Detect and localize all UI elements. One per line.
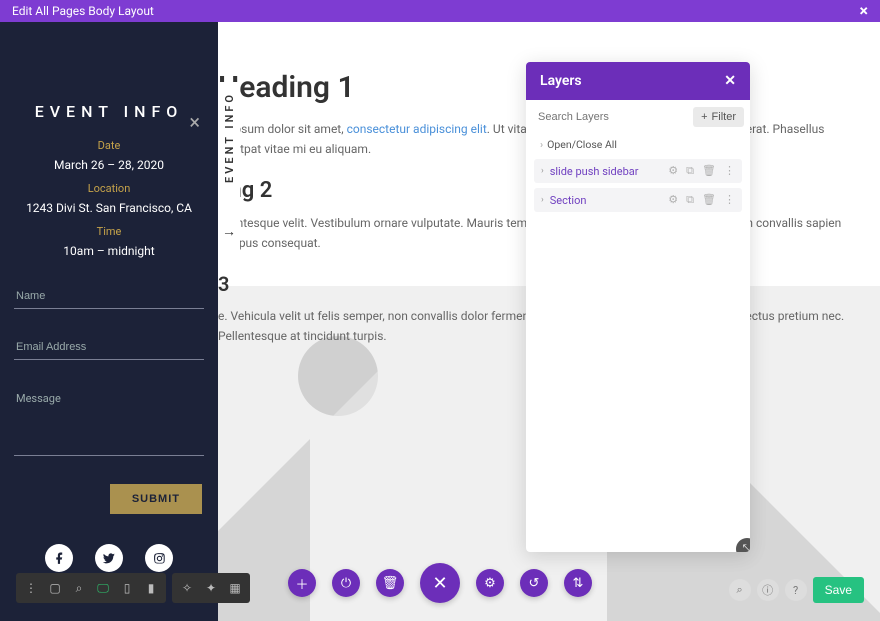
add-button[interactable]: ＋ (288, 569, 316, 597)
bottom-toolbar: ⋮ ▢ ⌕ 🖵 ▯ ▮ ✧ ✦ ▦ (16, 573, 250, 603)
duplicate-icon[interactable]: ⧉ (686, 164, 694, 178)
chevron-right-icon[interactable]: › (541, 166, 544, 176)
open-close-all[interactable]: › Open/Close All (526, 134, 750, 155)
layers-panel: Layers ✕ + Filter › Open/Close All › slide… (526, 62, 750, 552)
more-icon[interactable]: ⋮ (20, 577, 42, 599)
filter-button[interactable]: + Filter (693, 107, 744, 127)
event-sidebar: × EVENT INFO Date March 26 – 28, 2020 Lo… (0, 22, 218, 621)
open-close-label: Open/Close All (547, 138, 617, 151)
body-link[interactable]: consectetur adipiscing elit (347, 122, 487, 136)
right-actions: ⌕ ⓘ ? Save (729, 577, 864, 603)
tablet-icon[interactable]: ▯ (116, 577, 138, 599)
arrow-right-icon: → (222, 223, 236, 240)
facebook-icon[interactable] (45, 544, 73, 572)
settings-button[interactable]: ⚙ (476, 569, 504, 597)
more-icon[interactable]: ⋮ (724, 193, 735, 207)
layer-item[interactable]: › slide push sidebar ⚙ ⧉ 🗑 ⋮ (534, 159, 742, 183)
grid-icon[interactable]: ▦ (224, 577, 246, 599)
wireframe-icon[interactable]: ▢ (44, 577, 66, 599)
zoom-icon[interactable]: ⌕ (68, 577, 90, 599)
sidebar-title: EVENT INFO (14, 102, 204, 121)
save-button[interactable]: Save (813, 577, 864, 603)
center-actions: ＋ ⏻ 🗑 ✕ ⚙ ↺ ⇅ (288, 563, 592, 603)
time-label: Time (14, 225, 204, 238)
desktop-icon[interactable]: 🖵 (92, 577, 114, 599)
gear-icon[interactable]: ⚙ (668, 164, 678, 178)
help-icon[interactable]: ? (785, 579, 807, 601)
instagram-icon[interactable] (145, 544, 173, 572)
search-icon[interactable]: ⌕ (729, 579, 751, 601)
phone-icon[interactable]: ▮ (140, 577, 162, 599)
layer-name[interactable]: slide push sidebar (550, 165, 669, 178)
chevron-right-icon: › (540, 138, 543, 151)
layer-name[interactable]: Section (550, 194, 669, 207)
name-input[interactable] (14, 284, 204, 309)
submit-button[interactable]: SUBMIT (108, 482, 204, 516)
click-icon[interactable]: ✦ (200, 577, 222, 599)
page-title: Edit All Pages Body Layout (12, 0, 154, 22)
date-label: Date (14, 139, 204, 152)
sidebar-tab[interactable]: EVENT INFO → (218, 82, 240, 250)
info-icon[interactable]: ⓘ (757, 579, 779, 601)
close-actions-button[interactable]: ✕ (420, 563, 460, 603)
adjust-icon[interactable]: ⇅ (564, 569, 592, 597)
close-layers-icon[interactable]: ✕ (724, 73, 736, 89)
hover-icon[interactable]: ✧ (176, 577, 198, 599)
twitter-icon[interactable] (95, 544, 123, 572)
history-button[interactable]: ↺ (520, 569, 548, 597)
email-input[interactable] (14, 335, 204, 360)
message-input[interactable] (14, 386, 204, 456)
location-value: 1243 Divi St. San Francisco, CA (14, 201, 204, 215)
date-value: March 26 – 28, 2020 (14, 158, 204, 172)
close-sidebar-icon[interactable]: × (189, 110, 200, 134)
search-layers-input[interactable] (532, 106, 687, 128)
more-icon[interactable]: ⋮ (724, 164, 735, 178)
sidebar-tab-label: EVENT INFO (223, 92, 236, 183)
trash-button[interactable]: 🗑 (376, 569, 404, 597)
chevron-right-icon[interactable]: › (541, 195, 544, 205)
trash-icon[interactable]: 🗑 (702, 193, 716, 207)
location-label: Location (14, 182, 204, 195)
time-value: 10am – midnight (14, 244, 204, 258)
layer-item[interactable]: › Section ⚙ ⧉ 🗑 ⋮ (534, 188, 742, 212)
plus-icon: + (701, 111, 707, 123)
filter-label: Filter (712, 111, 736, 123)
duplicate-icon[interactable]: ⧉ (686, 193, 694, 207)
gear-icon[interactable]: ⚙ (668, 193, 678, 207)
close-editor-icon[interactable]: × (860, 0, 869, 22)
power-icon[interactable]: ⏻ (332, 569, 360, 597)
layers-title: Layers (540, 73, 582, 89)
trash-icon[interactable]: 🗑 (702, 164, 716, 178)
